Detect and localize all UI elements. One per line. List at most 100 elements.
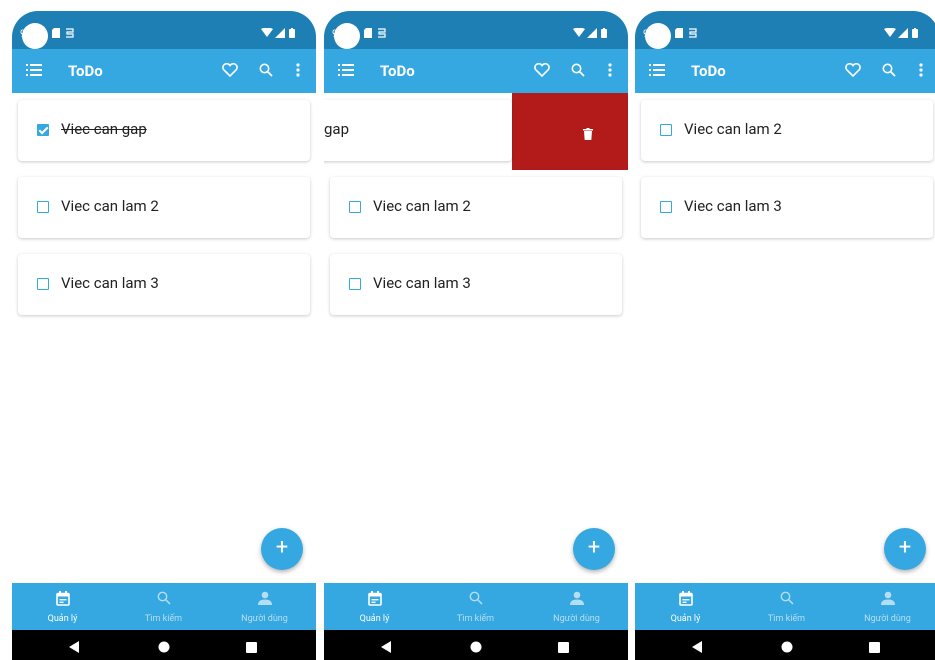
checkbox[interactable]	[37, 278, 49, 290]
heart-icon[interactable]	[221, 59, 239, 81]
back-icon[interactable]	[69, 638, 79, 657]
checkbox[interactable]	[37, 201, 49, 213]
battery-icon	[601, 28, 607, 42]
todo-label: Viec can gap	[61, 120, 147, 138]
back-icon[interactable]	[381, 638, 391, 657]
todo-label: Viec can lam 3	[684, 197, 782, 215]
sd-card-icon	[364, 28, 372, 42]
nav-label: Quản lý	[670, 614, 701, 624]
sd-card-icon	[675, 28, 683, 42]
wifi-icon	[261, 27, 273, 42]
recents-icon[interactable]	[246, 638, 257, 657]
search-icon[interactable]	[258, 59, 274, 81]
app-bar: ToDo	[324, 49, 628, 93]
todo-label: Viec can lam 3	[373, 274, 471, 292]
calendar-icon	[635, 591, 736, 607]
todo-item[interactable]: Viec can lam 2	[18, 177, 310, 238]
home-icon[interactable]	[158, 638, 170, 657]
back-icon[interactable]	[692, 638, 702, 657]
todo-label: gap	[324, 120, 350, 138]
nav-label: Tìm kiếm	[767, 614, 806, 624]
todo-item[interactable]: Viec can lam 3	[641, 177, 933, 238]
phone-screen-1: 9 ToDo V	[12, 11, 316, 660]
checkbox[interactable]	[660, 201, 672, 213]
nav-quan-ly[interactable]: Quản lý	[12, 583, 113, 630]
signal-icon	[587, 28, 597, 42]
todo-list: Viec can lam 2 Viec can lam 3	[635, 93, 935, 583]
system-nav-bar	[635, 630, 935, 660]
nav-nguoi-dung[interactable]: Người dùng	[526, 583, 627, 630]
add-todo-button[interactable]: +	[573, 528, 615, 570]
nav-label: Người dùng	[241, 614, 288, 624]
checkbox[interactable]	[660, 124, 672, 136]
menu-icon[interactable]	[649, 59, 665, 81]
trash-icon[interactable]	[583, 125, 593, 144]
todo-item[interactable]: Viec can lam 2	[330, 177, 622, 238]
more-vert-icon[interactable]	[916, 59, 926, 81]
more-vert-icon[interactable]	[605, 59, 615, 81]
checkbox[interactable]	[349, 201, 361, 213]
calendar-icon	[324, 591, 425, 607]
nav-quan-ly[interactable]: Quản lý	[324, 583, 425, 630]
camera-cutout	[334, 23, 360, 49]
app-title: ToDo	[380, 62, 415, 80]
status-bar: 9	[324, 11, 628, 49]
todo-list: Viec can gap Viec can lam 2 Viec can lam…	[12, 93, 316, 583]
person-icon	[526, 591, 627, 607]
wifi-icon	[884, 27, 896, 42]
add-todo-button[interactable]: +	[884, 528, 926, 570]
todo-item[interactable]: Viec can lam 2	[641, 100, 933, 161]
todo-item[interactable]: Viec can gap	[18, 100, 310, 161]
nav-tim-kiem[interactable]: Tìm kiếm	[736, 583, 837, 630]
camera-cutout	[645, 23, 671, 49]
swipe-delete-background[interactable]	[512, 93, 628, 170]
checkbox[interactable]	[349, 278, 361, 290]
person-icon	[214, 591, 315, 607]
wifi-icon	[573, 27, 585, 42]
checkbox-checked[interactable]	[37, 124, 49, 136]
nav-tim-kiem[interactable]: Tìm kiếm	[425, 583, 526, 630]
heart-icon[interactable]	[844, 59, 862, 81]
more-vert-icon[interactable]	[293, 59, 303, 81]
bottom-nav: Quản lý Tìm kiếm Người dùng	[324, 583, 628, 630]
menu-icon[interactable]	[338, 59, 354, 81]
search-icon[interactable]	[881, 59, 897, 81]
home-icon[interactable]	[781, 638, 793, 657]
signal-icon	[275, 28, 285, 42]
notification-icon	[65, 28, 74, 42]
battery-icon	[912, 28, 918, 42]
search-icon	[736, 591, 837, 607]
swiped-todo-item[interactable]: gap	[324, 100, 512, 161]
home-icon[interactable]	[470, 638, 482, 657]
search-icon[interactable]	[570, 59, 586, 81]
app-bar: ToDo	[12, 49, 316, 93]
nav-nguoi-dung[interactable]: Người dùng	[837, 583, 935, 630]
system-nav-bar	[12, 630, 316, 660]
todo-list: gap Viec can lam 2 Viec can lam 3	[324, 93, 628, 583]
recents-icon[interactable]	[869, 638, 880, 657]
todo-item[interactable]: Viec can lam 3	[330, 254, 622, 315]
add-todo-button[interactable]: +	[261, 528, 303, 570]
todo-item[interactable]: Viec can lam 3	[18, 254, 310, 315]
search-icon	[425, 591, 526, 607]
notification-icon	[688, 28, 697, 42]
heart-icon[interactable]	[533, 59, 551, 81]
todo-label: Viec can lam 2	[684, 120, 782, 138]
nav-label: Quản lý	[47, 614, 78, 624]
status-bar: 9	[635, 11, 935, 49]
nav-quan-ly[interactable]: Quản lý	[635, 583, 736, 630]
system-nav-bar	[324, 630, 628, 660]
nav-tim-kiem[interactable]: Tìm kiếm	[113, 583, 214, 630]
nav-label: Tìm kiếm	[144, 614, 183, 624]
nav-nguoi-dung[interactable]: Người dùng	[214, 583, 315, 630]
nav-label: Người dùng	[553, 614, 600, 624]
todo-label: Viec can lam 2	[61, 197, 159, 215]
search-icon	[113, 591, 214, 607]
menu-icon[interactable]	[26, 59, 42, 81]
nav-label: Tìm kiếm	[456, 614, 495, 624]
nav-label: Quản lý	[359, 614, 390, 624]
status-bar: 9	[12, 11, 316, 49]
app-title: ToDo	[691, 62, 726, 80]
recents-icon[interactable]	[558, 638, 569, 657]
phone-screen-2: 9 ToDo	[324, 11, 628, 660]
